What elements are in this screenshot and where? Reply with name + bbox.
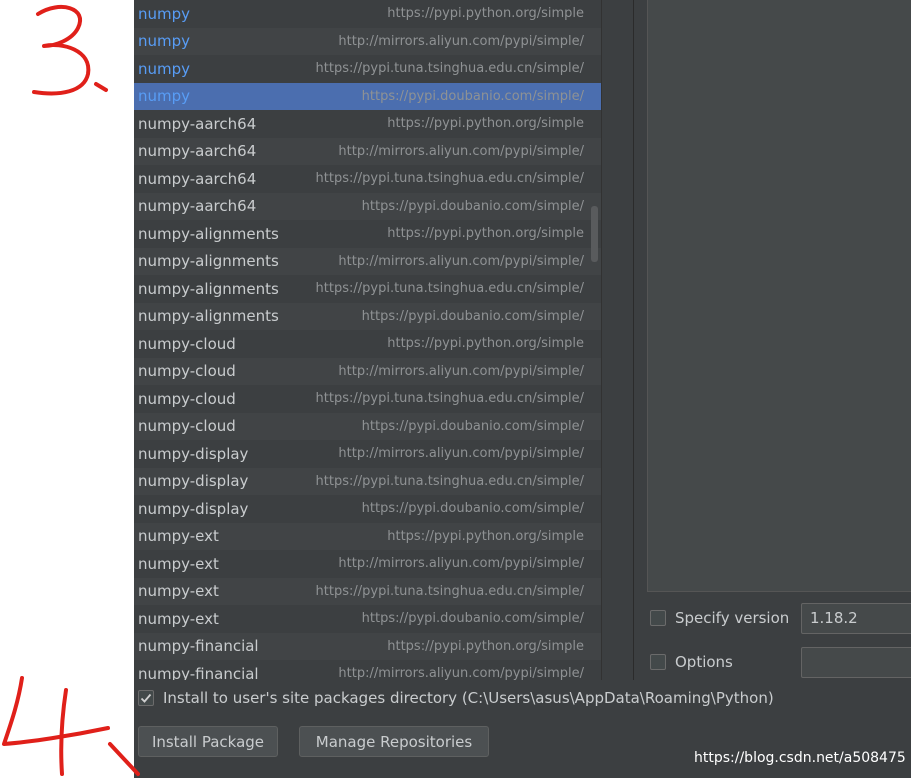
options-field[interactable] bbox=[801, 647, 911, 678]
package-name: numpy-cloud bbox=[138, 362, 236, 381]
package-name: numpy bbox=[138, 87, 191, 106]
specify-version-label: Specify version bbox=[675, 609, 790, 627]
package-name: numpy-financial bbox=[138, 637, 259, 656]
repository-url: https://pypi.doubanio.com/simple/ bbox=[361, 308, 584, 324]
repository-url: https://pypi.tuna.tsinghua.edu.cn/simple… bbox=[315, 391, 584, 407]
package-row[interactable]: numpy-financial http://mirrors.aliyun.com… bbox=[134, 660, 601, 680]
package-row[interactable]: numpy-aarch64 https://pypi.tuna.tsinghua.… bbox=[134, 165, 601, 193]
package-row[interactable]: numpy-aarch64 https://pypi.python.org/sim… bbox=[134, 110, 601, 138]
package-row[interactable]: numpy-display http://mirrors.aliyun.com/p… bbox=[134, 440, 601, 468]
package-row[interactable]: numpy-financial https://pypi.python.org/s… bbox=[134, 632, 601, 660]
package-row[interactable]: numpy-display https://pypi.doubanio.com/s… bbox=[134, 495, 601, 523]
repository-url: https://pypi.doubanio.com/simple/ bbox=[361, 88, 584, 104]
package-list[interactable]: numpy https://pypi.python.org/simple numpy… bbox=[134, 0, 601, 680]
repository-url: https://pypi.python.org/simple bbox=[387, 336, 584, 352]
repository-url: http://mirrors.aliyun.com/pypi/simple/ bbox=[338, 556, 584, 572]
repository-url: https://pypi.python.org/simple bbox=[387, 226, 584, 242]
package-row[interactable]: numpy-ext https://pypi.doubanio.com/simpl… bbox=[134, 605, 601, 633]
repository-url: http://mirrors.aliyun.com/pypi/simple/ bbox=[338, 253, 584, 269]
package-name: numpy bbox=[138, 59, 191, 78]
package-name: numpy-aarch64 bbox=[138, 197, 257, 216]
package-row[interactable]: numpy-cloud https://pypi.tuna.tsinghua.ed… bbox=[134, 385, 601, 413]
package-name: numpy-aarch64 bbox=[138, 142, 257, 161]
package-row[interactable]: numpy-cloud https://pypi.python.org/simpl… bbox=[134, 330, 601, 358]
package-row[interactable]: numpy-alignments https://pypi.tuna.tsingh… bbox=[134, 275, 601, 303]
specify-version-checkbox[interactable] bbox=[650, 610, 666, 626]
repository-url: https://pypi.doubanio.com/simple/ bbox=[361, 198, 584, 214]
install-package-button[interactable]: Install Package bbox=[138, 726, 278, 757]
repository-url: https://pypi.tuna.tsinghua.edu.cn/simple… bbox=[315, 61, 584, 77]
package-row[interactable]: numpy-ext https://pypi.python.org/simple bbox=[134, 522, 601, 550]
package-name: numpy-financial bbox=[138, 664, 259, 680]
package-name: numpy-aarch64 bbox=[138, 169, 257, 188]
package-row[interactable]: numpy http://mirrors.aliyun.com/pypi/simp… bbox=[134, 27, 601, 55]
package-name: numpy-ext bbox=[138, 609, 219, 628]
package-name: numpy-display bbox=[138, 472, 249, 491]
package-name: numpy-cloud bbox=[138, 417, 236, 436]
repository-url: https://pypi.tuna.tsinghua.edu.cn/simple… bbox=[315, 281, 584, 297]
package-row[interactable]: numpy-cloud https://pypi.doubanio.com/sim… bbox=[134, 412, 601, 440]
version-field[interactable]: 1.18.2 bbox=[801, 603, 911, 634]
package-row[interactable]: numpy-alignments https://pypi.python.org/… bbox=[134, 220, 601, 248]
package-name: numpy-aarch64 bbox=[138, 114, 257, 133]
repository-url: http://mirrors.aliyun.com/pypi/simple/ bbox=[338, 446, 584, 462]
package-name: numpy-alignments bbox=[138, 224, 279, 243]
list-scrollbar-thumb[interactable] bbox=[591, 206, 598, 262]
package-row[interactable]: numpy-ext http://mirrors.aliyun.com/pypi/… bbox=[134, 550, 601, 578]
package-row[interactable]: numpy https://pypi.doubanio.com/simple/ bbox=[134, 82, 601, 110]
package-name: numpy-alignments bbox=[138, 279, 279, 298]
repository-url: https://pypi.tuna.tsinghua.edu.cn/simple… bbox=[315, 171, 584, 187]
install-to-user-checkbox[interactable] bbox=[138, 690, 154, 706]
repository-url: http://mirrors.aliyun.com/pypi/simple/ bbox=[338, 363, 584, 379]
checkmark-icon bbox=[140, 693, 152, 703]
package-row[interactable]: numpy-aarch64 https://pypi.doubanio.com/s… bbox=[134, 192, 601, 220]
manage-repositories-button[interactable]: Manage Repositories bbox=[299, 726, 489, 757]
annotation-step-3 bbox=[32, 4, 108, 96]
package-row[interactable]: numpy-alignments https://pypi.doubanio.co… bbox=[134, 302, 601, 330]
repository-url: http://mirrors.aliyun.com/pypi/simple/ bbox=[338, 666, 584, 680]
package-name: numpy bbox=[138, 4, 191, 23]
package-name: numpy bbox=[138, 32, 191, 51]
package-row[interactable]: numpy-alignments http://mirrors.aliyun.co… bbox=[134, 247, 601, 275]
repository-url: https://pypi.python.org/simple bbox=[387, 116, 584, 132]
package-name: numpy-ext bbox=[138, 554, 219, 573]
package-name: numpy-cloud bbox=[138, 334, 236, 353]
repository-url: https://pypi.python.org/simple bbox=[387, 528, 584, 544]
list-scrollbar-track[interactable] bbox=[601, 0, 633, 680]
repository-url: https://pypi.doubanio.com/simple/ bbox=[361, 611, 584, 627]
package-row[interactable]: numpy https://pypi.python.org/simple bbox=[134, 0, 601, 28]
package-name: numpy-cloud bbox=[138, 389, 236, 408]
repository-url: https://pypi.tuna.tsinghua.edu.cn/simple… bbox=[315, 583, 584, 599]
package-name: numpy-alignments bbox=[138, 252, 279, 271]
repository-url: http://mirrors.aliyun.com/pypi/simple/ bbox=[338, 143, 584, 159]
options-checkbox[interactable] bbox=[650, 654, 666, 670]
annotation-step-4 bbox=[2, 676, 140, 776]
repository-url: https://pypi.doubanio.com/simple/ bbox=[361, 418, 584, 434]
install-to-user-label: Install to user's site packages director… bbox=[163, 689, 774, 707]
repository-url: http://mirrors.aliyun.com/pypi/simple/ bbox=[338, 33, 584, 49]
repository-url: https://pypi.python.org/simple bbox=[387, 638, 584, 654]
package-row[interactable]: numpy https://pypi.tuna.tsinghua.edu.cn/s… bbox=[134, 55, 601, 83]
package-row[interactable]: numpy-display https://pypi.tuna.tsinghua.… bbox=[134, 467, 601, 495]
package-row[interactable]: numpy-aarch64 http://mirrors.aliyun.com/p… bbox=[134, 137, 601, 165]
package-name: numpy-ext bbox=[138, 527, 219, 546]
repository-url: https://pypi.doubanio.com/simple/ bbox=[361, 501, 584, 517]
package-name: numpy-ext bbox=[138, 582, 219, 601]
package-row[interactable]: numpy-ext https://pypi.tuna.tsinghua.edu.… bbox=[134, 577, 601, 605]
package-name: numpy-display bbox=[138, 499, 249, 518]
options-label: Options bbox=[675, 653, 733, 671]
watermark-text: https://blog.csdn.net/a508475 bbox=[694, 750, 906, 766]
package-description-area bbox=[647, 0, 911, 592]
package-row[interactable]: numpy-cloud http://mirrors.aliyun.com/pyp… bbox=[134, 357, 601, 385]
package-name: numpy-alignments bbox=[138, 307, 279, 326]
package-name: numpy-display bbox=[138, 444, 249, 463]
repository-url: https://pypi.python.org/simple bbox=[387, 6, 584, 22]
repository-url: https://pypi.tuna.tsinghua.edu.cn/simple… bbox=[315, 473, 584, 489]
